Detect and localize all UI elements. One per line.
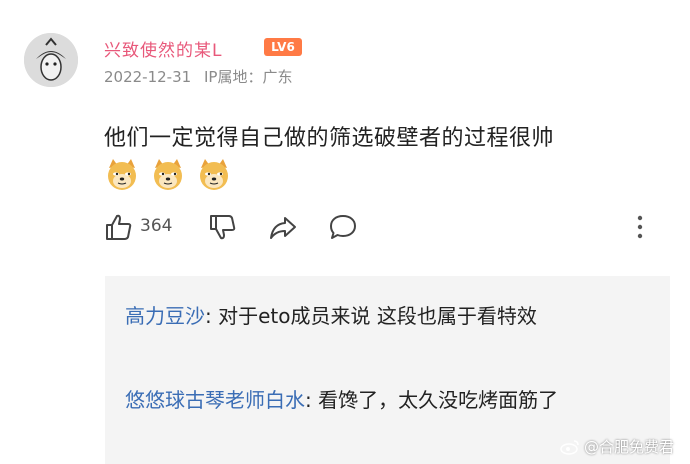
avatar-image <box>24 33 78 87</box>
reply-item[interactable]: 高力豆沙: 对于eto成员来说 这段也属于看特效 <box>125 298 625 334</box>
watermark: @合肥免费君 <box>560 436 674 457</box>
share-icon[interactable] <box>268 212 298 242</box>
like-count: 364 <box>140 216 173 236</box>
reply-text: 看馋了，太久没吃烤面筋了 <box>318 388 559 412</box>
username[interactable]: 兴致使然的某L <box>104 36 222 61</box>
ip-location: IP属地：广东 <box>203 68 293 86</box>
weibo-logo-icon <box>560 439 579 455</box>
action-bar: 364 <box>104 210 644 244</box>
comment-text: 他们一定觉得自己做的筛选破壁者的过程很帅 <box>104 126 555 151</box>
avatar[interactable] <box>24 33 78 87</box>
comment-meta: 2022-12-31 IP属地：广东 <box>104 66 292 87</box>
level-badge: LV6 <box>264 38 302 56</box>
watermark-text: @合肥免费君 <box>583 438 674 456</box>
doge-emoji <box>200 159 228 190</box>
reply-text: 对于eto成员来说 这段也属于看特效 <box>218 304 537 328</box>
reply-author[interactable]: 悠悠球古琴老师白水 <box>125 388 305 412</box>
doge-emoji <box>154 159 182 190</box>
reply-item[interactable]: 悠悠球古琴老师白水: 看馋了，太久没吃烤面筋了 <box>125 382 625 418</box>
thumbs-up-icon[interactable] <box>104 212 134 242</box>
thumbs-down-icon[interactable] <box>208 212 238 242</box>
doge-emoji <box>108 159 136 190</box>
emoji-row <box>104 156 232 192</box>
comment-date: 2022-12-31 <box>104 68 192 86</box>
reply-separator: : <box>205 304 219 328</box>
reply-author[interactable]: 高力豆沙 <box>125 304 205 328</box>
reply-separator: : <box>305 388 319 412</box>
comment-icon[interactable] <box>328 212 358 242</box>
more-options-icon[interactable] <box>636 212 644 242</box>
